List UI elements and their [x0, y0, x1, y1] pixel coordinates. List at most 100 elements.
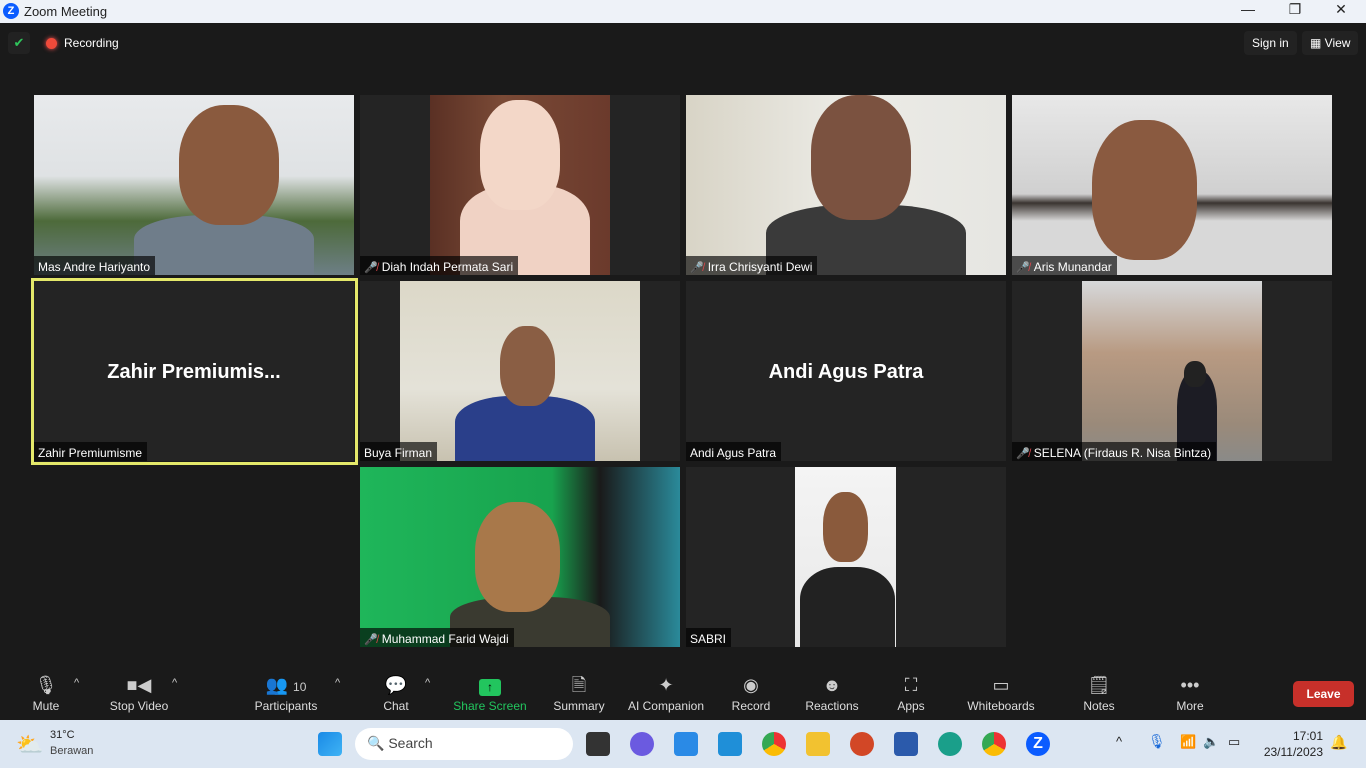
whiteboard-icon: ▭	[992, 675, 1010, 695]
mic-muted-icon: 🎤̸	[690, 261, 704, 274]
apps-button[interactable]: ⛶ Apps	[894, 673, 928, 713]
search-placeholder: Search	[388, 735, 433, 751]
chrome-icon[interactable]	[762, 732, 786, 756]
leave-button[interactable]: Leave	[1293, 681, 1354, 707]
stop-video-label: Stop Video	[109, 699, 169, 713]
security-shield-icon[interactable]: ✔	[8, 32, 30, 54]
chrome-profile-icon[interactable]	[982, 732, 1006, 756]
notification-bell-icon[interactable]: 🔔	[1330, 734, 1347, 751]
volume-icon[interactable]: 🔈	[1203, 734, 1219, 750]
video-tile[interactable]: 🎤̸ SELENA (Firdaus R. Nisa Bintza)	[1012, 281, 1332, 461]
more-button[interactable]: ••• More	[1172, 673, 1208, 713]
video-tile[interactable]: 🎤̸ Muhammad Farid Wajdi	[360, 467, 680, 647]
participants-button[interactable]: 👥 10 Participants	[252, 673, 320, 713]
record-circle-icon: ◉	[743, 675, 759, 695]
whiteboards-label: Whiteboards	[967, 699, 1035, 713]
participants-options-chevron-icon[interactable]: ^	[335, 677, 340, 689]
minimize-button[interactable]: —	[1225, 1, 1271, 21]
windows-start-icon[interactable]	[318, 732, 342, 756]
whiteboards-button[interactable]: ▭ Whiteboards	[964, 673, 1038, 713]
stop-video-button[interactable]: ■◀ Stop Video	[104, 673, 174, 713]
participants-label: Participants	[254, 699, 318, 713]
participant-name: SABRI	[686, 628, 732, 647]
clock-time[interactable]: 17:01	[1270, 729, 1323, 743]
mail-icon[interactable]	[718, 732, 742, 756]
title-bar: Z Zoom Meeting — ❐ ✕	[0, 0, 1366, 23]
recording-status[interactable]: Recording	[64, 36, 119, 50]
more-label: More	[1176, 699, 1204, 713]
smiley-plus-icon: ☻	[822, 675, 842, 695]
mic-muted-icon: 🎤̸	[364, 633, 378, 646]
taskbar-search[interactable]: 🔍 Search	[355, 728, 573, 760]
participant-name: 🎤̸ Diah Indah Permata Sari	[360, 256, 519, 275]
mute-label: Mute	[32, 699, 60, 713]
ellipsis-icon: •••	[1180, 675, 1200, 695]
notes-label: Notes	[1083, 699, 1115, 713]
meeting-top-bar: ✔ Recording Sign in ▦ View	[0, 23, 1366, 63]
calendar-icon[interactable]	[674, 732, 698, 756]
battery-icon[interactable]: ▭	[1228, 734, 1240, 750]
video-tile[interactable]: SABRI	[686, 467, 1006, 647]
weather-cloud-icon[interactable]: ⛅	[16, 732, 43, 758]
microphone-icon: 🎙	[34, 675, 58, 695]
clock-date[interactable]: 23/11/2023	[1255, 745, 1323, 759]
wifi-icon[interactable]: 📶	[1180, 734, 1196, 750]
notes-icon: 🗒	[1087, 675, 1111, 695]
view-label: View	[1324, 36, 1351, 50]
ai-companion-label: AI Companion	[627, 699, 705, 713]
video-tile[interactable]: Mas Andre Hariyanto	[34, 95, 354, 275]
zoom-logo-icon: Z	[3, 3, 19, 19]
mute-button[interactable]: 🎙 Mute	[22, 673, 70, 713]
video-options-chevron-icon[interactable]: ^	[172, 677, 177, 689]
participant-name: 🎤̸ SELENA (Firdaus R. Nisa Bintza)	[1012, 442, 1217, 461]
close-button[interactable]: ✕	[1318, 1, 1364, 21]
participant-video	[795, 467, 896, 647]
reactions-button[interactable]: ☻ Reactions	[802, 673, 862, 713]
share-screen-button[interactable]: ↑ Share Screen	[452, 673, 528, 713]
chat-button[interactable]: 💬 Chat	[376, 673, 416, 713]
video-tile[interactable]: 🎤̸ Diah Indah Permata Sari	[360, 95, 680, 275]
mic-muted-icon: 🎤̸	[364, 261, 378, 274]
participant-video	[1012, 95, 1332, 275]
grid-icon: ▦	[1310, 36, 1325, 50]
participants-icon: 👥	[265, 675, 289, 695]
windows-taskbar: ⛅ 31°C Berawan 🔍 Search Z ^ 🎙 📶 🔈 ▭ 17:0…	[0, 720, 1366, 768]
participant-name: 🎤̸ Muhammad Farid Wajdi	[360, 628, 514, 647]
notes-button[interactable]: 🗒 Notes	[1080, 673, 1118, 713]
weather-condition[interactable]: Berawan	[50, 745, 93, 757]
video-tile[interactable]: 🎤̸ Aris Munandar	[1012, 95, 1332, 275]
zoom-taskbar-icon[interactable]: Z	[1026, 732, 1050, 756]
sparkle-icon: ✦	[658, 675, 674, 695]
edge-icon[interactable]	[938, 732, 962, 756]
participant-name: 🎤̸ Aris Munandar	[1012, 256, 1117, 275]
participant-name: Buya Firman	[360, 442, 438, 461]
sign-in-button[interactable]: Sign in	[1244, 31, 1297, 55]
maximize-button[interactable]: ❐	[1272, 1, 1318, 21]
video-tile[interactable]: Buya Firman	[360, 281, 680, 461]
participant-video	[34, 95, 354, 275]
participant-video	[360, 467, 680, 647]
participant-display-name: Andi Agus Patra	[768, 361, 924, 383]
summary-button[interactable]: 🗎 Summary	[550, 673, 608, 713]
show-hidden-icons-chevron-icon[interactable]: ^	[1116, 734, 1122, 749]
ai-companion-button[interactable]: ✦ AI Companion	[624, 673, 708, 713]
file-explorer-icon[interactable]	[806, 732, 830, 756]
teams-chat-icon[interactable]	[630, 732, 654, 756]
window-title: Zoom Meeting	[24, 4, 108, 19]
weather-temp[interactable]: 31°C	[50, 729, 75, 741]
microphone-tray-icon[interactable]: 🎙	[1148, 733, 1166, 750]
view-button[interactable]: ▦ View	[1302, 31, 1359, 55]
mic-muted-icon: 🎤̸	[1016, 447, 1030, 460]
video-tile[interactable]: Andi Agus Patra Andi Agus Patra	[686, 281, 1006, 461]
audio-options-chevron-icon[interactable]: ^	[74, 677, 79, 689]
participant-video	[430, 95, 610, 275]
word-icon[interactable]	[894, 732, 918, 756]
video-tile[interactable]: 🎤̸ Irra Chrisyanti Dewi	[686, 95, 1006, 275]
task-view-icon[interactable]	[586, 732, 610, 756]
participant-video	[1082, 281, 1262, 461]
chat-options-chevron-icon[interactable]: ^	[425, 677, 430, 689]
apps-icon: ⛶	[904, 675, 918, 695]
record-button[interactable]: ◉ Record	[728, 673, 774, 713]
powerpoint-icon[interactable]	[850, 732, 874, 756]
mic-muted-icon: 🎤̸	[1016, 261, 1030, 274]
